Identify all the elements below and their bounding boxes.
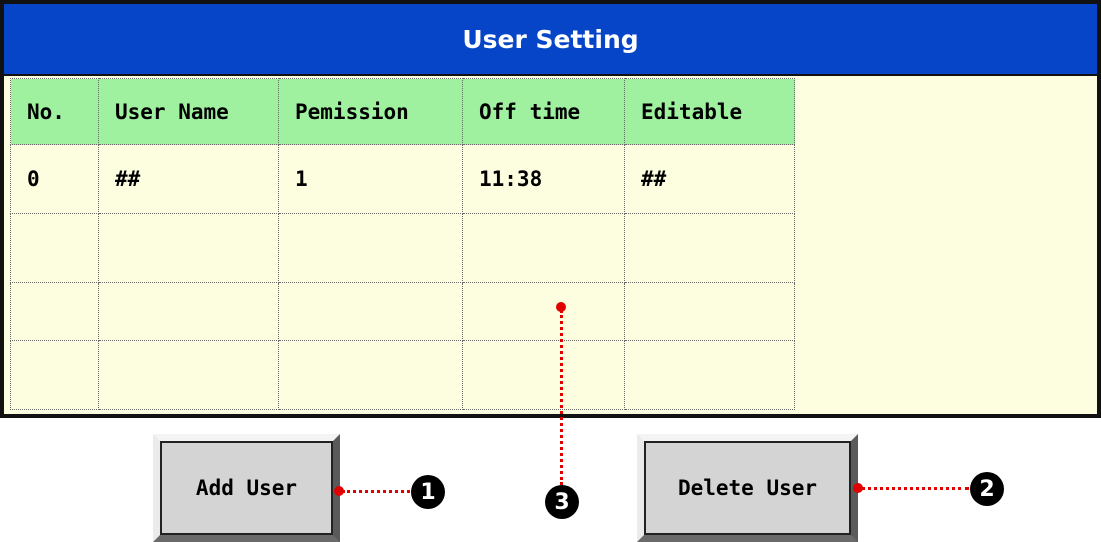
cell-no[interactable] — [10, 340, 99, 410]
cell-editable[interactable] — [624, 282, 795, 341]
callout-2-leader-line — [861, 487, 969, 490]
delete-user-button[interactable]: Delete User — [637, 434, 858, 542]
header-permission: Pemission — [278, 78, 463, 145]
add-user-label: Add User — [160, 441, 333, 535]
cell-no[interactable]: 0 — [10, 144, 99, 214]
callout-3-badge: 3 — [545, 485, 579, 519]
cell-user-name[interactable] — [98, 282, 279, 341]
callout-1-badge: 1 — [411, 475, 445, 509]
cell-editable[interactable] — [624, 213, 795, 283]
user-table: No. User Name Pemission Off time Editabl… — [10, 78, 795, 410]
cell-user-name[interactable] — [98, 213, 279, 283]
cell-off-time[interactable] — [462, 340, 625, 410]
user-setting-panel: User Setting No. User Name Pemission Off… — [0, 0, 1101, 418]
cell-editable[interactable]: ## — [624, 144, 795, 214]
table-row[interactable] — [10, 282, 795, 341]
cell-off-time[interactable]: 11:38 — [462, 144, 625, 214]
cell-user-name[interactable]: ## — [98, 144, 279, 214]
window-title: User Setting — [4, 4, 1097, 76]
cell-off-time[interactable] — [462, 282, 625, 341]
cell-user-name[interactable] — [98, 340, 279, 410]
table-row[interactable]: 0 ## 1 11:38 ## — [10, 144, 795, 214]
cell-permission[interactable]: 1 — [278, 144, 463, 214]
header-editable: Editable — [624, 78, 795, 145]
header-no: No. — [10, 78, 99, 145]
cell-off-time[interactable] — [462, 213, 625, 283]
header-off-time: Off time — [462, 78, 625, 145]
cell-permission[interactable] — [278, 340, 463, 410]
cell-permission[interactable] — [278, 213, 463, 283]
table-row[interactable] — [10, 340, 795, 410]
cell-editable[interactable] — [624, 340, 795, 410]
cell-no[interactable] — [10, 213, 99, 283]
delete-user-label: Delete User — [644, 441, 851, 535]
callout-2-badge: 2 — [970, 472, 1004, 506]
table-header-row: No. User Name Pemission Off time Editabl… — [10, 78, 795, 145]
header-user-name: User Name — [98, 78, 279, 145]
callout-1-leader-line — [342, 490, 410, 493]
callout-3-leader-line — [560, 310, 563, 485]
add-user-button[interactable]: Add User — [153, 434, 340, 542]
cell-no[interactable] — [10, 282, 99, 341]
cell-permission[interactable] — [278, 282, 463, 341]
table-row[interactable] — [10, 213, 795, 283]
